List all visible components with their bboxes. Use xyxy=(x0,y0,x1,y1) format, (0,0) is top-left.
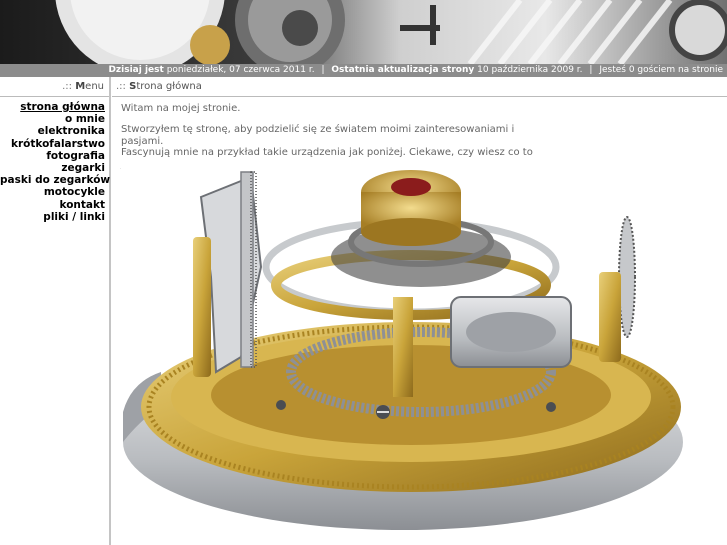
menu-item-fotografia[interactable]: fotografia xyxy=(0,150,105,162)
menu-item-strona-glowna[interactable]: strona główna xyxy=(0,101,105,113)
header-watch-image xyxy=(0,0,727,64)
header-banner xyxy=(0,0,727,64)
intro-line-1: Stworzyłem tę stronę, aby podzielić się … xyxy=(121,124,515,147)
today-value: poniedziałek, 07 czerwca 2011 r. xyxy=(166,65,315,75)
menu-item-zegarki[interactable]: zegarki xyxy=(0,162,105,174)
visitor-counter: Jesteś 0 gościem na stronie xyxy=(599,65,723,75)
status-separator: | xyxy=(321,65,325,75)
menu-item-krotkofalarstwo[interactable]: krótkofalarstwo xyxy=(0,138,105,150)
menu-heading: .:: Menu xyxy=(62,81,104,92)
today-label: Dzisiaj jest xyxy=(108,65,164,75)
tourbillon-movement-image xyxy=(121,157,693,545)
status-bar: Dzisiaj jest poniedziałek, 07 czerwca 20… xyxy=(0,64,727,77)
menu-item-pliki-linki[interactable]: pliki / linki xyxy=(0,211,105,223)
page-title-underline xyxy=(112,96,727,97)
menu-item-o-mnie[interactable]: o mnie xyxy=(0,113,105,125)
menu-item-paski-do-zegarkow[interactable]: paski do zegarków xyxy=(0,174,110,186)
status-separator: | xyxy=(589,65,593,75)
menu-item-motocykle[interactable]: motocykle xyxy=(0,186,105,198)
last-update-label: Ostatnia aktualizacja strony xyxy=(331,65,475,75)
menu-item-elektronika[interactable]: elektronika xyxy=(0,125,105,137)
menu-item-kontakt[interactable]: kontakt xyxy=(0,199,106,211)
last-update-value: 10 października 2009 r. xyxy=(477,65,583,75)
page-title: .:: Strona główna xyxy=(116,81,202,92)
menu-heading-underline xyxy=(0,96,109,97)
sidebar-divider xyxy=(109,77,111,545)
welcome-text: Witam na mojej stronie. xyxy=(121,103,241,114)
main-menu: strona główna o mnie elektronika krótkof… xyxy=(0,101,110,223)
